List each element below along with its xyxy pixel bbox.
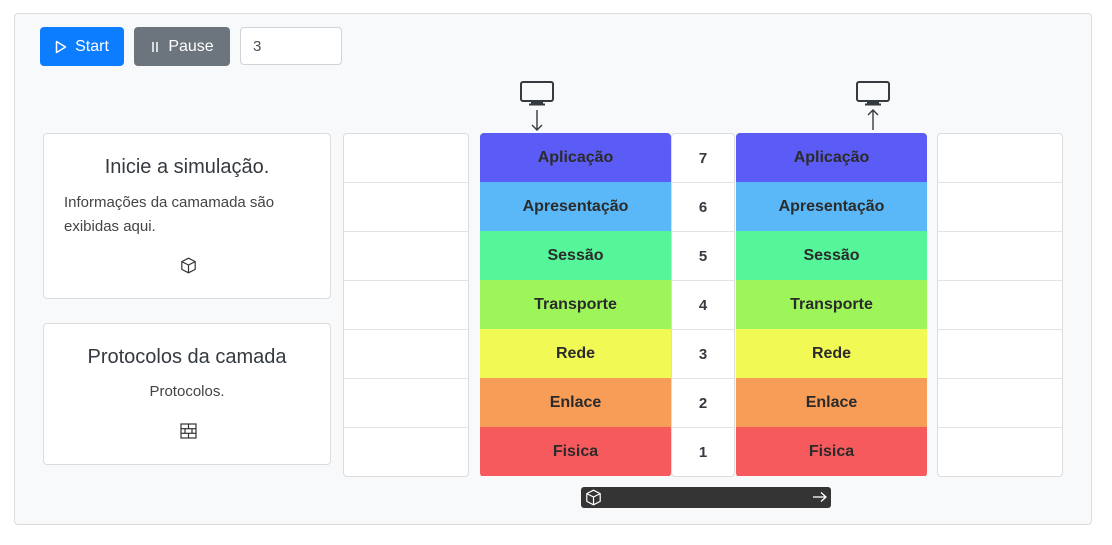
pause-button[interactable]: Pause: [134, 27, 230, 66]
layer-rede[interactable]: Rede: [480, 329, 671, 378]
layer-number: 5: [672, 232, 734, 281]
data-cell: [344, 183, 468, 232]
layer-transporte[interactable]: Transporte: [736, 280, 927, 329]
data-cell: [938, 134, 1062, 183]
layer-number: 1: [698, 444, 708, 461]
start-label: Start: [75, 37, 109, 55]
layer-aplicacao[interactable]: Aplicação: [736, 133, 927, 182]
start-button[interactable]: Start: [40, 27, 124, 66]
protocols-card: Protocolos da camada Protocolos.: [43, 323, 331, 465]
info-title: Inicie a simulação.: [104, 156, 270, 178]
receiver-monitor-icon: [855, 80, 891, 137]
data-cell: [938, 232, 1062, 281]
layer-sessao[interactable]: Sessão: [736, 231, 927, 280]
data-cell: [344, 134, 468, 183]
layer-enlace[interactable]: Enlace: [480, 378, 671, 427]
data-cell: [938, 428, 1062, 476]
layer-number: 7: [672, 134, 734, 183]
speed-input[interactable]: [240, 27, 342, 65]
receiver-data-column: [937, 133, 1063, 477]
layer-number: 3: [672, 330, 734, 379]
sender-osi-stack: Aplicação Apresentação Sessão Transporte…: [480, 133, 671, 477]
play-icon: [55, 40, 67, 53]
data-cell: [938, 379, 1062, 428]
layer-fisica[interactable]: Fisica: [736, 427, 927, 476]
protocols-title: Protocolos da camada: [87, 346, 287, 368]
info-text: Informações da camamada são exibidas aqu…: [64, 194, 275, 235]
data-cell: [344, 428, 468, 476]
layer-rede[interactable]: Rede: [736, 329, 927, 378]
protocols-text: Protocolos.: [149, 383, 225, 400]
layer-sessao[interactable]: Sessão: [480, 231, 671, 280]
layer-fisica[interactable]: Fisica: [480, 427, 671, 476]
pause-icon: [152, 41, 159, 52]
layer-apresentacao[interactable]: Apresentação: [736, 182, 927, 231]
layer-number: 4: [672, 281, 734, 330]
layer-transporte[interactable]: Transporte: [480, 280, 671, 329]
pause-label: Pause: [168, 37, 214, 55]
layer-number: 6: [672, 183, 734, 232]
layer-info-card: Inicie a simulação. Informações da camam…: [43, 133, 331, 299]
data-cell: [344, 330, 468, 379]
brick-wall-icon: [180, 423, 197, 444]
sender-monitor-icon: [519, 80, 555, 137]
data-cell: [344, 281, 468, 330]
data-cell: [938, 281, 1062, 330]
layer-aplicacao[interactable]: Aplicação: [480, 133, 671, 182]
layer-number: 2: [672, 379, 734, 428]
layer-number-column: 7 6 5 4 3 2 1: [671, 133, 735, 477]
data-cell: [938, 330, 1062, 379]
packet-transmission-bar: [581, 487, 831, 508]
package-icon: [585, 489, 602, 511]
arrow-right-icon: [812, 490, 828, 509]
receiver-osi-stack: Aplicação Apresentação Sessão Transporte…: [736, 133, 927, 477]
data-cell: [344, 379, 468, 428]
layer-apresentacao[interactable]: Apresentação: [480, 182, 671, 231]
sender-data-column: [343, 133, 469, 477]
package-icon: [180, 257, 197, 279]
data-cell: [344, 232, 468, 281]
data-cell: [938, 183, 1062, 232]
layer-enlace[interactable]: Enlace: [736, 378, 927, 427]
